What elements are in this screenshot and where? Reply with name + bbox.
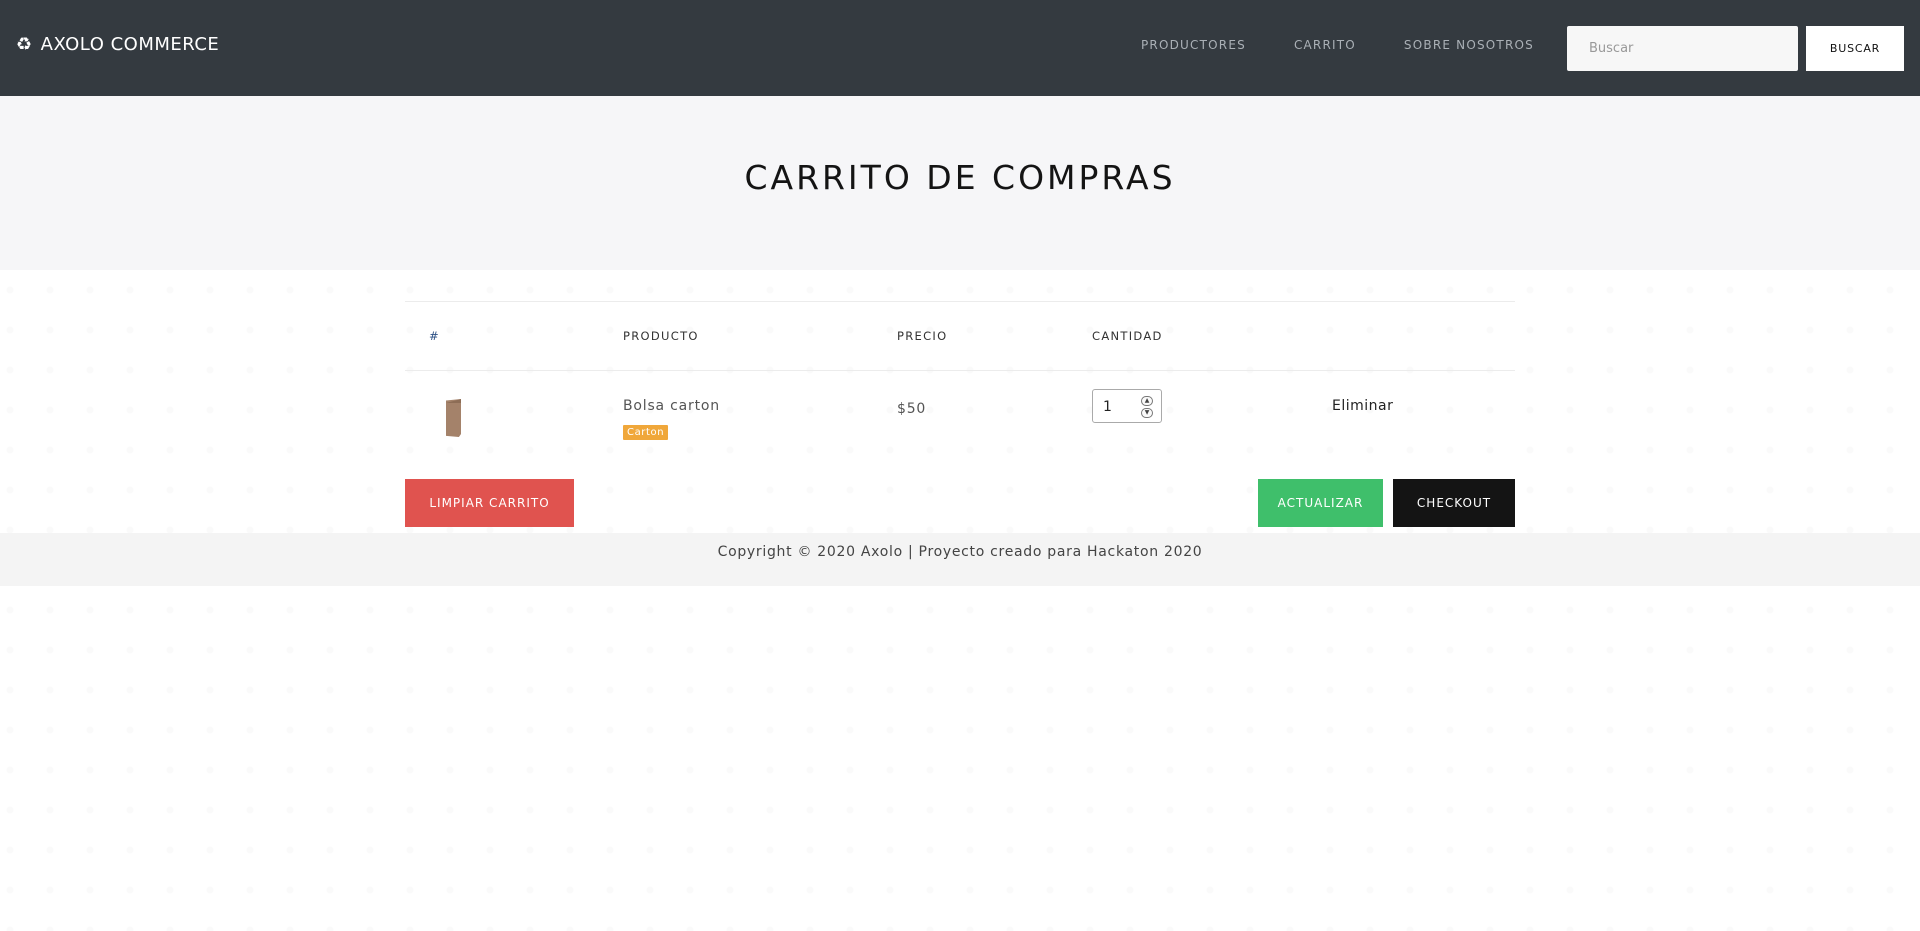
column-header-quantity: CANTIDAD	[1092, 301, 1317, 371]
footer: Copyright © 2020 Axolo | Proyecto creado…	[0, 533, 1920, 586]
bag-body-shape	[446, 399, 461, 437]
nav-links: PRODUCTORES CARRITO SOBRE NOSOTROS	[1141, 38, 1582, 52]
chevron-down-icon[interactable]: ▼	[1141, 408, 1153, 418]
quantity-stepper: ▲ ▼	[1092, 389, 1162, 423]
column-header-action	[1317, 301, 1515, 371]
update-cart-button[interactable]: ACTUALIZAR	[1258, 478, 1383, 527]
nav-link-sobre-nosotros[interactable]: SOBRE NOSOTROS	[1404, 38, 1534, 52]
column-header-price: PRECIO	[897, 301, 1092, 371]
category-badge: Carton	[623, 425, 669, 440]
cart-actions: LIMPIAR CARRITO ACTUALIZAR CHECKOUT	[405, 478, 1515, 527]
product-name: Bolsa carton	[623, 398, 720, 414]
page-title: CARRITO DE COMPRAS	[744, 158, 1176, 197]
nav-link-carrito[interactable]: CARRITO	[1294, 38, 1356, 52]
nav-link-productores[interactable]: PRODUCTORES	[1141, 38, 1246, 52]
product-price: $50	[897, 401, 927, 417]
table-header-row: # PRODUCTO PRECIO CANTIDAD	[405, 301, 1515, 371]
price-cell: $50	[897, 371, 1092, 467]
cart-table: # PRODUCTO PRECIO CANTIDAD Bolsa carton …	[405, 301, 1515, 467]
clear-cart-button[interactable]: LIMPIAR CARRITO	[405, 478, 574, 527]
brand-name: AXOLO COMMERCE	[40, 34, 220, 55]
navbar: ♻ AXOLO COMMERCE PRODUCTORES CARRITO SOB…	[0, 0, 1920, 96]
brand-link[interactable]: ♻ AXOLO COMMERCE	[16, 34, 219, 55]
paper-bag-image	[444, 399, 464, 439]
quantity-input[interactable]	[1101, 396, 1141, 418]
column-header-number: #	[405, 301, 623, 371]
recycle-icon: ♻	[16, 33, 33, 55]
chevron-up-icon[interactable]: ▲	[1141, 396, 1153, 406]
cart-section: # PRODUCTO PRECIO CANTIDAD Bolsa carton …	[405, 301, 1515, 527]
product-image-cell	[405, 371, 623, 467]
search-input[interactable]	[1567, 26, 1798, 71]
checkout-button[interactable]: CHECKOUT	[1393, 478, 1515, 527]
copyright-text: Copyright © 2020 Axolo | Proyecto creado…	[717, 544, 1203, 560]
remove-item-link[interactable]: Eliminar	[1317, 398, 1515, 414]
product-cell: Bolsa carton Carton	[623, 371, 897, 467]
quantity-cell: ▲ ▼	[1092, 371, 1317, 467]
search-button[interactable]: BUSCAR	[1806, 26, 1904, 71]
page-header: CARRITO DE COMPRAS	[0, 96, 1920, 270]
action-cell: Eliminar	[1317, 371, 1515, 467]
table-row: Bolsa carton Carton $50 ▲ ▼	[405, 371, 1515, 467]
column-header-product: PRODUCTO	[623, 301, 897, 371]
quantity-spinner: ▲ ▼	[1141, 396, 1153, 418]
